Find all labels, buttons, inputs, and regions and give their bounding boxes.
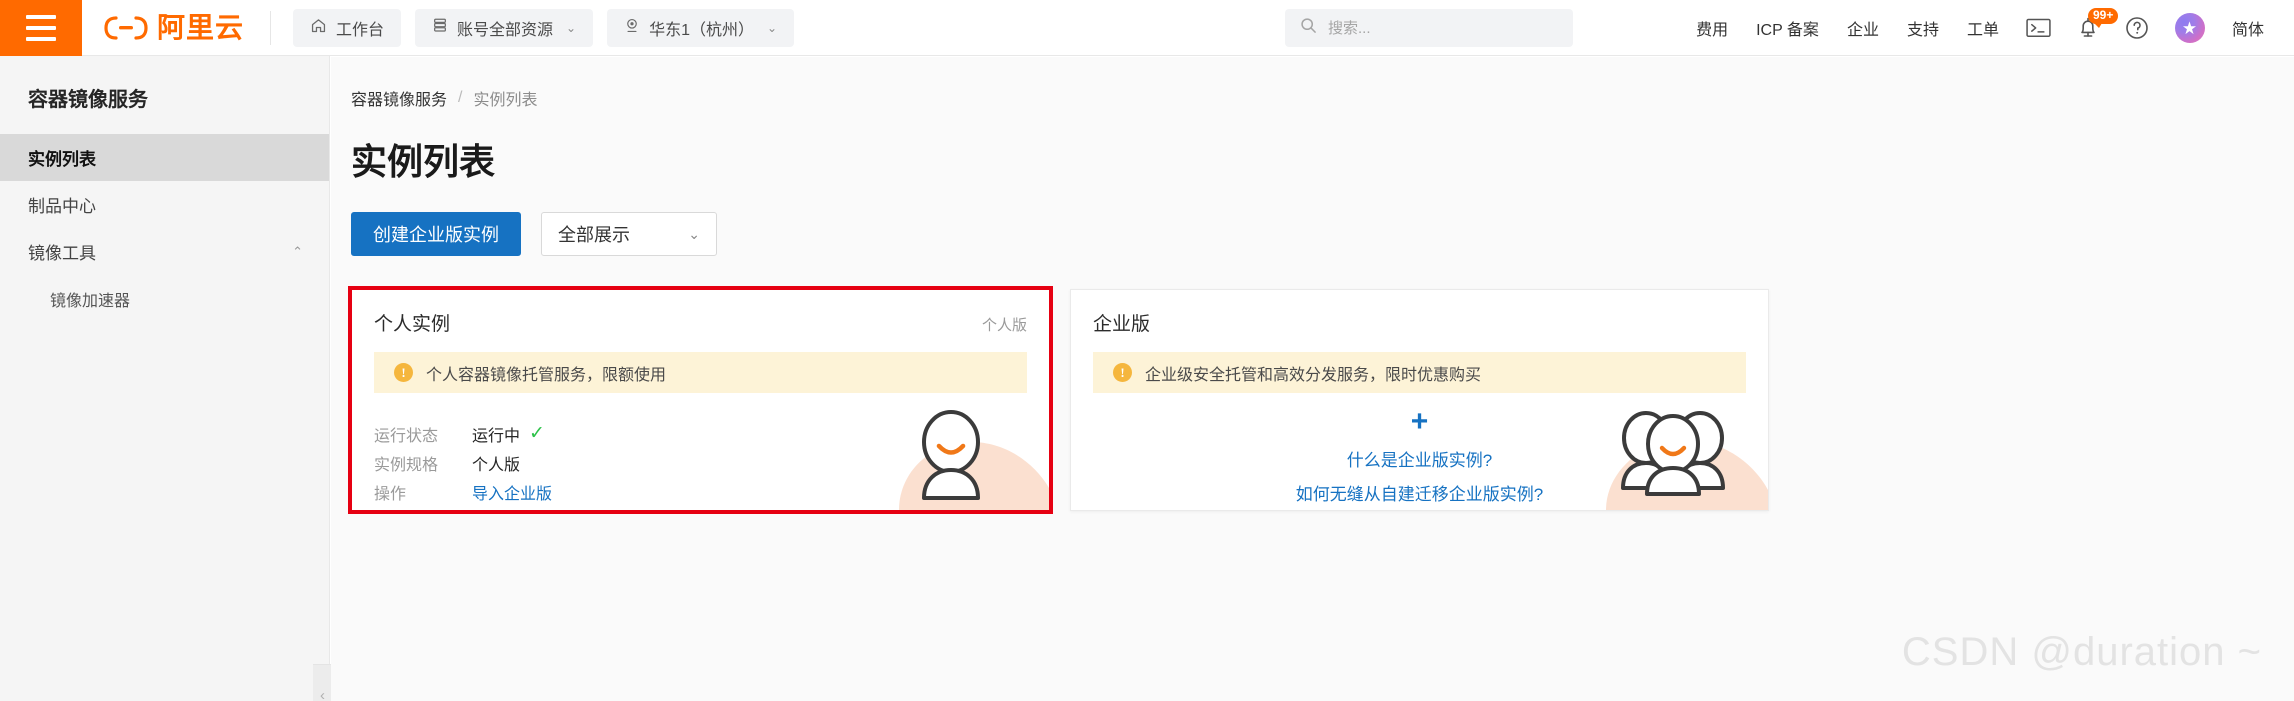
workbench-label: 工作台	[336, 21, 385, 39]
import-to-enterprise-link[interactable]: 导入企业版	[472, 480, 552, 504]
resource-icon	[432, 17, 448, 38]
sidebar-item-instance-list[interactable]: 实例列表	[0, 134, 329, 181]
card-edition-tag: 个人版	[981, 317, 1027, 334]
bell-icon[interactable]: 99+	[2064, 0, 2119, 56]
sidebar-item-artifact-center[interactable]: 制品中心	[0, 181, 329, 228]
sidebar-item-image-tools[interactable]: 镜像工具 ⌃	[0, 228, 329, 275]
user-avatar-icon	[2174, 13, 2205, 43]
sidebar-title: 容器镜像服务	[28, 89, 148, 111]
display-filter-value: 全部展示	[558, 225, 630, 245]
sidebar-collapse-handle[interactable]: ‹	[313, 664, 333, 701]
instance-cards: 个人实例 个人版 ! 个人容器镜像托管服务，限额使用 运行状态 运行中 ✓ 实例…	[348, 286, 1769, 514]
card-title: 企业版	[1093, 314, 1151, 335]
nav-link-enterprise[interactable]: 企业	[1833, 0, 1893, 56]
detail-value: 运行中 ✓	[472, 422, 545, 446]
status-text: 运行中	[472, 427, 521, 445]
card-detail-list: 运行状态 运行中 ✓ 实例规格 个人版 操作 导入企业版	[374, 419, 1049, 506]
breadcrumb-separator: /	[458, 89, 463, 106]
warning-icon: !	[394, 363, 413, 382]
account-resources-dropdown[interactable]: 账号全部资源 ⌄	[415, 8, 594, 47]
what-is-enterprise-link[interactable]: 什么是企业版实例?	[1347, 446, 1492, 471]
breadcrumb: 容器镜像服务 / 实例列表	[331, 57, 2294, 110]
toolbar: 创建企业版实例 全部展示 ⌄	[331, 185, 2294, 256]
workbench-button[interactable]: 工作台	[293, 8, 402, 47]
detail-label: 操作	[374, 485, 407, 503]
top-right-navigation: 费用 ICP 备案 企业 支持 工单 99+ 简体	[1682, 0, 2278, 56]
chevron-up-icon: ⌃	[292, 243, 303, 259]
sidebar: 容器镜像服务 实例列表 制品中心 镜像工具 ⌃ 镜像加速器 ‹	[0, 56, 333, 701]
detail-row-action: 操作 导入企业版	[374, 477, 1049, 506]
search-icon	[1300, 17, 1317, 39]
chevron-down-icon: ⌄	[688, 225, 700, 242]
migrate-to-enterprise-link[interactable]: 如何无缝从自建迁移企业版实例?	[1296, 480, 1543, 505]
chevron-down-icon: ⌄	[566, 20, 577, 35]
hamburger-bar	[26, 36, 56, 41]
avatar[interactable]	[2162, 0, 2218, 56]
language-selector[interactable]: 简体	[2218, 0, 2278, 56]
terminal-icon[interactable]	[2013, 0, 2064, 56]
chevron-left-icon: ‹	[320, 686, 325, 701]
main-content: 容器镜像服务 / 实例列表 实例列表 创建企业版实例 全部展示 ⌄ 个人实例 个…	[331, 57, 2294, 701]
detail-label: 运行状态	[374, 427, 439, 445]
question-circle-icon[interactable]	[2112, 0, 2162, 56]
brand-name: 阿里云	[157, 11, 245, 43]
sidebar-item-image-accelerator[interactable]: 镜像加速器	[0, 275, 329, 322]
card-alert-text: 企业级安全托管和高效分发服务，限时优惠购买	[1145, 366, 1482, 384]
card-header: 企业版	[1071, 290, 1768, 336]
warning-icon: !	[1113, 363, 1132, 382]
chevron-down-icon: ⌄	[767, 20, 778, 35]
enterprise-card-body: + 什么是企业版实例? 如何无缝从自建迁移企业版实例?	[1071, 393, 1768, 505]
aliyun-mark-icon	[104, 15, 148, 41]
display-filter-select[interactable]: 全部展示 ⌄	[541, 212, 717, 256]
card-title: 个人实例	[374, 314, 451, 335]
page-title: 实例列表	[351, 141, 496, 182]
region-selector[interactable]: 华东1（杭州） ⌄	[607, 8, 795, 47]
add-instance-icon[interactable]: +	[1411, 407, 1429, 437]
aliyun-logo[interactable]: 阿里云	[82, 11, 270, 43]
personal-instance-card[interactable]: 个人实例 个人版 ! 个人容器镜像托管服务，限额使用 运行状态 运行中 ✓ 实例…	[348, 286, 1053, 514]
create-enterprise-instance-button[interactable]: 创建企业版实例	[351, 212, 521, 256]
region-label: 华东1（杭州）	[649, 21, 755, 39]
detail-label: 实例规格	[374, 456, 439, 474]
breadcrumb-current: 实例列表	[473, 92, 538, 109]
nav-link-support[interactable]: 支持	[1893, 0, 1953, 56]
nav-link-fees[interactable]: 费用	[1682, 0, 1742, 56]
location-pin-icon	[624, 17, 640, 39]
detail-value: 个人版	[472, 456, 521, 474]
sidebar-item-label: 制品中心	[28, 197, 96, 216]
top-navigation-bar: 阿里云 工作台 账号全部资源 ⌄ 华东1（杭州） ⌄ 搜索... 费用 ICP …	[0, 0, 2294, 56]
search-input[interactable]	[1328, 19, 1558, 37]
app-root: 阿里云 工作台 账号全部资源 ⌄ 华东1（杭州） ⌄ 搜索... 费用 ICP …	[0, 0, 2294, 701]
hamburger-bar	[26, 14, 56, 19]
enterprise-instance-card[interactable]: 企业版 ! 企业级安全托管和高效分发服务，限时优惠购买 + 什么是企业版实例? …	[1070, 289, 1769, 511]
card-alert-text: 个人容器镜像托管服务，限额使用	[426, 366, 667, 384]
sidebar-item-label: 镜像工具	[28, 244, 96, 263]
detail-row-status: 运行状态 运行中 ✓	[374, 419, 1049, 448]
sidebar-item-label: 实例列表	[28, 150, 96, 169]
card-header: 个人实例 个人版	[352, 290, 1049, 336]
breadcrumb-root[interactable]: 容器镜像服务	[351, 86, 447, 110]
hamburger-bar	[26, 25, 56, 30]
home-icon	[310, 17, 327, 39]
check-icon: ✓	[529, 423, 545, 444]
nav-link-icp[interactable]: ICP 备案	[1742, 0, 1833, 56]
nav-divider	[270, 10, 272, 45]
hamburger-menu-icon[interactable]	[0, 0, 82, 56]
detail-row-spec: 实例规格 个人版	[374, 448, 1049, 477]
global-search-box[interactable]	[1285, 9, 1573, 47]
sidebar-item-label: 镜像加速器	[50, 292, 131, 310]
nav-link-ticket[interactable]: 工单	[1953, 0, 2013, 56]
nav-pill-group: 工作台 账号全部资源 ⌄ 华东1（杭州） ⌄	[293, 8, 795, 47]
watermark: CSDN @duration ~	[1901, 630, 2262, 674]
account-resources-label: 账号全部资源	[457, 21, 554, 39]
